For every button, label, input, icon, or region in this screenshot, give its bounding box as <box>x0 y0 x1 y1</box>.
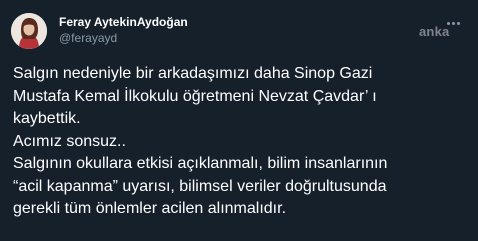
tweet-text-line: gerekli tüm önlemler acilen alınmalıdır. <box>13 200 287 217</box>
tweet-text-line: Acımız sonsuz.. <box>13 132 126 150</box>
avatar-photo-icon <box>11 13 47 49</box>
tweet-text-line: Salgın nedeniyle bir arkadaşımızı daha S… <box>13 65 373 82</box>
avatar[interactable] <box>11 13 47 49</box>
tweet-text-line: kaybettik. <box>13 110 81 127</box>
author-name[interactable]: Feray AytekinAydoğan <box>59 15 188 29</box>
tweet-card: Feray AytekinAydoğan @ferayayd anka Salg… <box>0 0 478 241</box>
author-handle[interactable]: @ferayayd <box>59 31 117 45</box>
tweet-text-line: Mustafa Kemal İlkokulu öğretmeni Nevzat … <box>13 87 377 105</box>
tweet-text: Salgın nedeniyle bir arkadaşımızı daha S… <box>13 63 473 221</box>
watermark-logo: anka <box>419 24 450 39</box>
tweet-text-line: “acil kapanma” uyarısı, bilimsel veriler… <box>13 177 387 195</box>
tweet-text-line: Salgının okullara etkisi açıklanmalı, bi… <box>13 155 388 172</box>
